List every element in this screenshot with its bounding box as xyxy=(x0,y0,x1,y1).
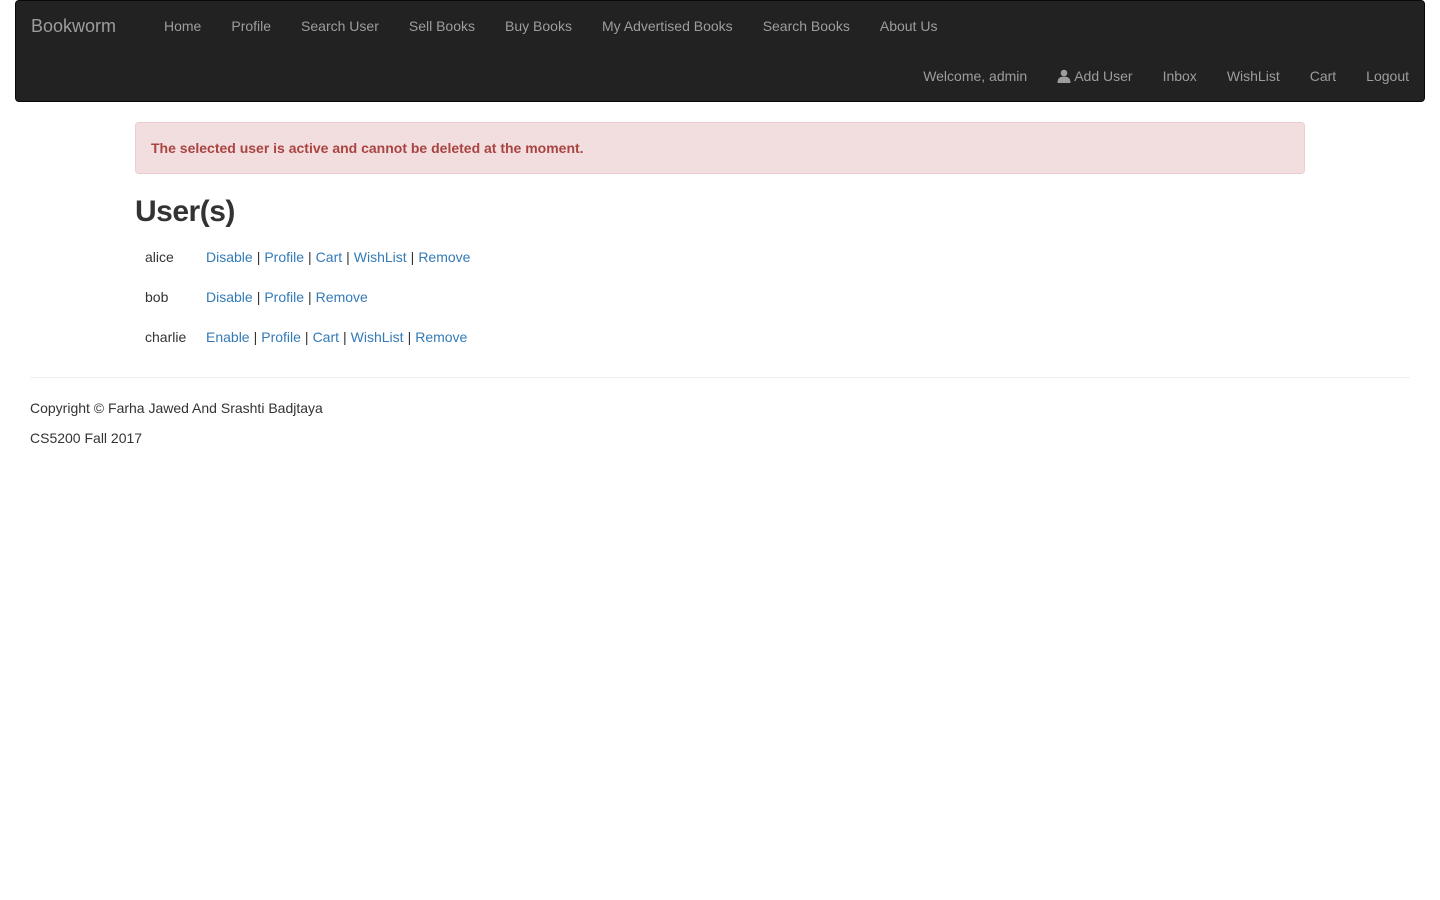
user-row-alice: alice Disable | Profile | Cart | WishLis… xyxy=(135,237,1305,277)
enable-link[interactable]: Enable xyxy=(206,329,250,345)
brand-link[interactable]: Bookworm xyxy=(31,15,116,37)
separator: | xyxy=(410,249,415,265)
cart-link[interactable]: Cart xyxy=(316,249,342,265)
separator: | xyxy=(304,329,309,345)
user-row-bob: bob Disable | Profile | Remove xyxy=(135,277,1305,317)
remove-link[interactable]: Remove xyxy=(418,249,470,265)
separator: | xyxy=(256,289,261,305)
footer: Copyright © Farha Jawed And Srashti Badj… xyxy=(30,398,323,458)
separator: | xyxy=(346,249,350,265)
main-nav: Home Profile Search User Sell Books Buy … xyxy=(149,1,952,51)
profile-link[interactable]: Profile xyxy=(261,329,301,345)
user-nav: Welcome, admin Add User Inbox WishList C… xyxy=(908,51,1424,103)
top-navbar: Bookworm Home Profile Search User Sell B… xyxy=(15,0,1425,102)
welcome-text: Welcome, admin xyxy=(923,68,1028,84)
course-text: CS5200 Fall 2017 xyxy=(30,430,143,446)
separator: | xyxy=(308,249,312,265)
wishlist-link[interactable]: WishList xyxy=(354,249,407,265)
nav-my-advertised-books[interactable]: My Advertised Books xyxy=(587,1,748,51)
user-name: alice xyxy=(145,249,174,265)
separator: | xyxy=(253,329,258,345)
nav-wishlist[interactable]: WishList xyxy=(1212,51,1295,103)
wishlist-link[interactable]: WishList xyxy=(351,329,404,345)
cart-link[interactable]: Cart xyxy=(313,329,339,345)
remove-link[interactable]: Remove xyxy=(316,289,368,305)
disable-link[interactable]: Disable xyxy=(206,249,253,265)
disable-link[interactable]: Disable xyxy=(206,289,253,305)
user-icon xyxy=(1057,68,1071,88)
user-row-charlie: charlie Enable | Profile | Cart | WishLi… xyxy=(135,317,1305,357)
copyright-text: Copyright © Farha Jawed And Srashti Badj… xyxy=(30,400,323,416)
separator: | xyxy=(407,329,412,345)
remove-link[interactable]: Remove xyxy=(415,329,467,345)
nav-home[interactable]: Home xyxy=(149,1,216,51)
nav-about-us[interactable]: About Us xyxy=(865,1,953,51)
profile-link[interactable]: Profile xyxy=(264,289,304,305)
add-user-label: Add User xyxy=(1074,68,1133,84)
user-name: bob xyxy=(145,289,169,305)
nav-profile[interactable]: Profile xyxy=(216,1,286,51)
nav-cart[interactable]: Cart xyxy=(1295,51,1351,103)
nav-logout[interactable]: Logout xyxy=(1351,51,1424,103)
error-alert: The selected user is active and cannot b… xyxy=(135,122,1305,174)
separator: | xyxy=(256,249,261,265)
nav-buy-books[interactable]: Buy Books xyxy=(490,1,587,51)
main-content: The selected user is active and cannot b… xyxy=(135,122,1305,357)
user-list: alice Disable | Profile | Cart | WishLis… xyxy=(135,237,1305,357)
nav-inbox[interactable]: Inbox xyxy=(1148,51,1212,103)
footer-divider xyxy=(30,377,1410,378)
profile-link[interactable]: Profile xyxy=(264,249,304,265)
nav-search-books[interactable]: Search Books xyxy=(748,1,865,51)
nav-search-user[interactable]: Search User xyxy=(286,1,394,51)
separator: | xyxy=(308,289,312,305)
nav-sell-books[interactable]: Sell Books xyxy=(394,1,490,51)
page-title: User(s) xyxy=(135,195,235,228)
separator: | xyxy=(343,329,347,345)
user-name: charlie xyxy=(145,329,187,345)
nav-add-user[interactable]: Add User xyxy=(1042,51,1147,103)
